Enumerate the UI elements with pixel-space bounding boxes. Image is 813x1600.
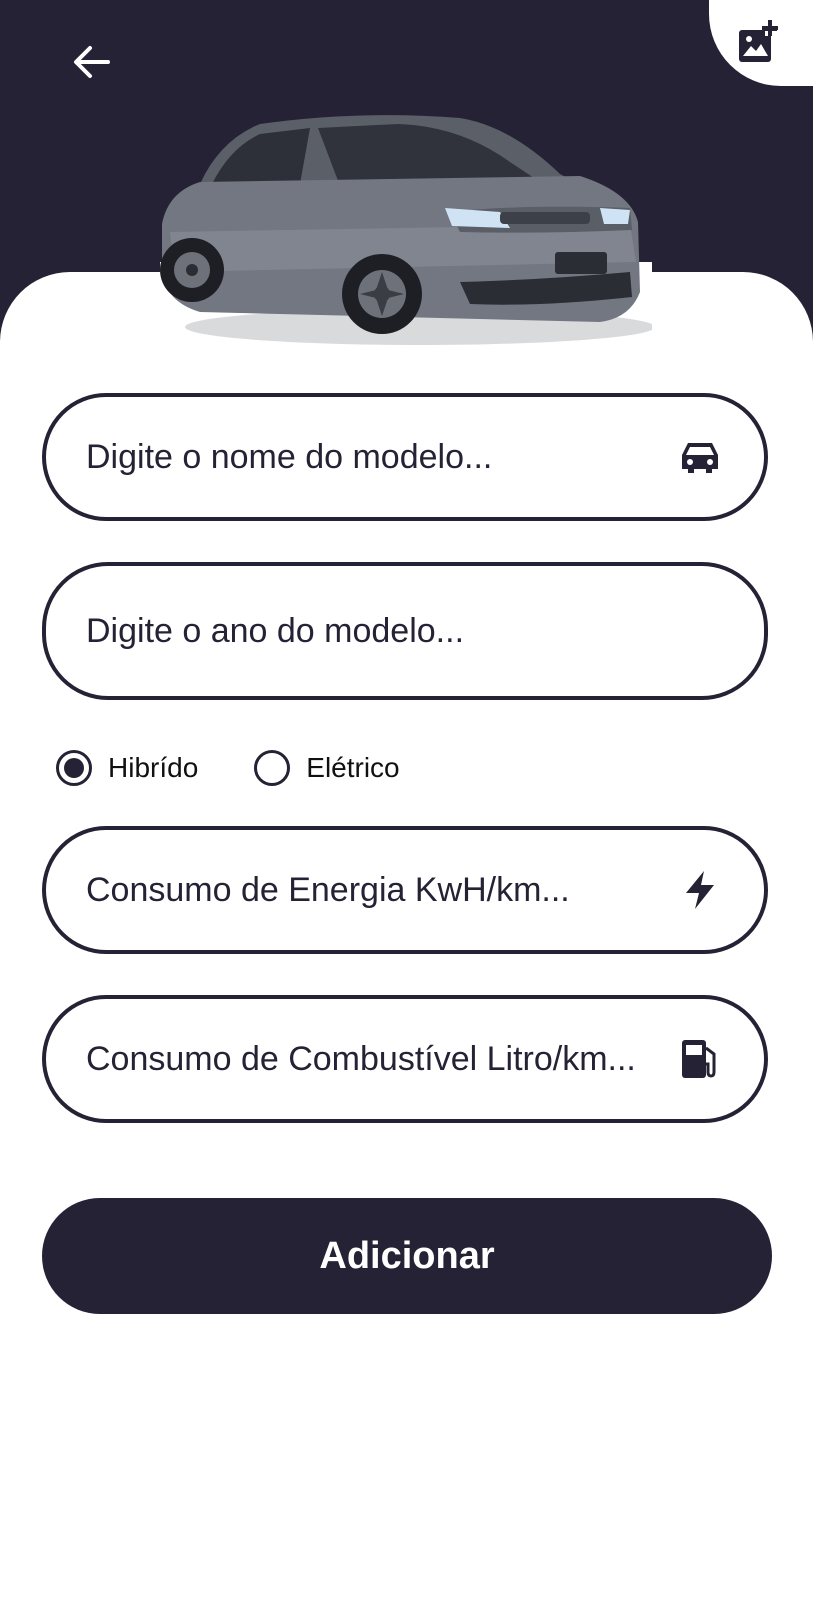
radio-button-electric[interactable] [254, 750, 291, 786]
radio-option-hybrid[interactable]: Hibrído [56, 750, 198, 786]
lightning-icon [678, 868, 722, 912]
back-button[interactable] [64, 38, 120, 86]
car-icon [678, 435, 722, 479]
fuel-consumption-field[interactable] [42, 995, 768, 1123]
radio-label-electric: Elétrico [306, 752, 400, 783]
energy-consumption-input[interactable] [86, 870, 666, 910]
car-image [160, 115, 652, 367]
radio-button-hybrid[interactable] [56, 750, 92, 786]
add-button[interactable]: Adicionar [42, 1198, 772, 1314]
add-photo-icon [739, 20, 778, 62]
vehicle-type-radio-group: Hibrído Elétrico [56, 744, 456, 792]
model-year-input[interactable] [86, 611, 666, 651]
radio-selected-dot [64, 758, 84, 778]
radio-label-hybrid: Hibrído [108, 752, 199, 783]
model-name-field[interactable] [42, 393, 768, 521]
fuel-pump-icon [678, 1037, 722, 1081]
fuel-consumption-input[interactable] [86, 1039, 666, 1079]
energy-consumption-field[interactable] [42, 826, 768, 954]
arrow-left-icon [74, 46, 110, 78]
model-name-input[interactable] [86, 437, 666, 477]
radio-option-electric[interactable]: Elétrico [254, 750, 400, 786]
model-year-field[interactable] [42, 562, 768, 700]
